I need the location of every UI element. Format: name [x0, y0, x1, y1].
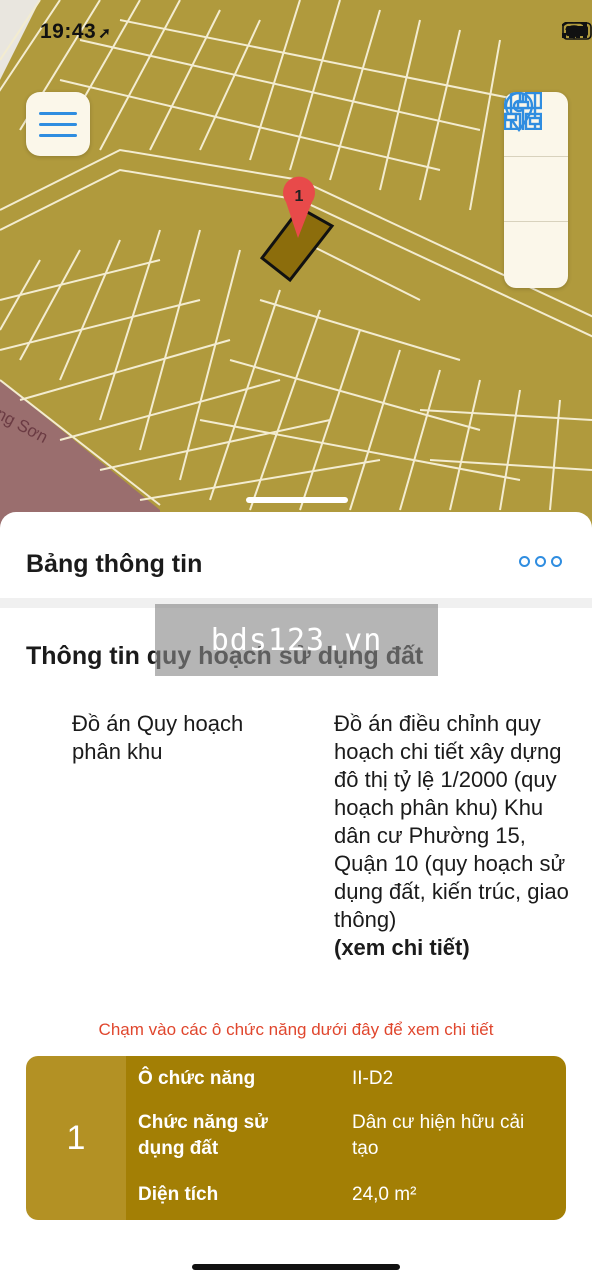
card-rows: Ô chức năng II-D2 Chức năng sử dụng đất … [126, 1056, 566, 1220]
watermark: bds123.vn [155, 604, 438, 676]
menu-button[interactable] [26, 92, 90, 156]
row-label: Chức năng sử dụng đất [138, 1112, 268, 1159]
row-label: Ô chức năng [138, 1068, 256, 1089]
hamburger-menu-icon [39, 111, 77, 115]
map-view[interactable]: 1 ng Sơn 19:43 ➚ [0, 0, 592, 560]
more-dots-icon [519, 556, 530, 567]
my-location-button[interactable] [504, 92, 568, 222]
row-label: Diện tích [138, 1184, 219, 1205]
plan-label: Đồ án Quy hoạch phân khu [72, 711, 244, 764]
status-bar: 19:43 ➚ [0, 0, 592, 62]
battery-icon [562, 22, 592, 40]
card-number: 1 [26, 1056, 126, 1220]
hint-text: Chạm vào các ô chức năng dưới đây để xem… [98, 1020, 494, 1039]
view-details-link[interactable]: (xem chi tiết) [334, 934, 570, 962]
location-arrow-icon: ➚ [98, 25, 112, 42]
svg-text:1: 1 [295, 188, 304, 205]
row-value: Dân cư hiện hữu cải tạo [352, 1112, 525, 1159]
function-cell-card[interactable]: 1 Ô chức năng II-D2 Chức năng sử dụng đấ… [26, 1056, 566, 1220]
filter-sliders-icon [504, 94, 542, 130]
plan-description: Đồ án điều chỉnh quy hoạch chi tiết xây … [334, 711, 569, 932]
info-sheet: Bảng thông tin Thông tin quy hoạch sử dụ… [0, 512, 592, 1280]
filter-button[interactable] [504, 94, 568, 287]
sheet-header: Bảng thông tin [0, 512, 592, 608]
row-value: 24,0 m² [352, 1184, 417, 1205]
row-value: II-D2 [352, 1068, 394, 1089]
map-tools [504, 92, 568, 288]
sheet-grabber[interactable] [246, 497, 348, 503]
plan-value: Đồ án điều chỉnh quy hoạch chi tiết xây … [334, 710, 570, 962]
sheet-title: Bảng thông tin [26, 550, 203, 578]
home-indicator [192, 1264, 400, 1270]
status-time: 19:43 ➚ [40, 20, 112, 43]
cadastral-map[interactable]: 1 [0, 0, 592, 560]
more-options-button[interactable] [519, 556, 562, 567]
